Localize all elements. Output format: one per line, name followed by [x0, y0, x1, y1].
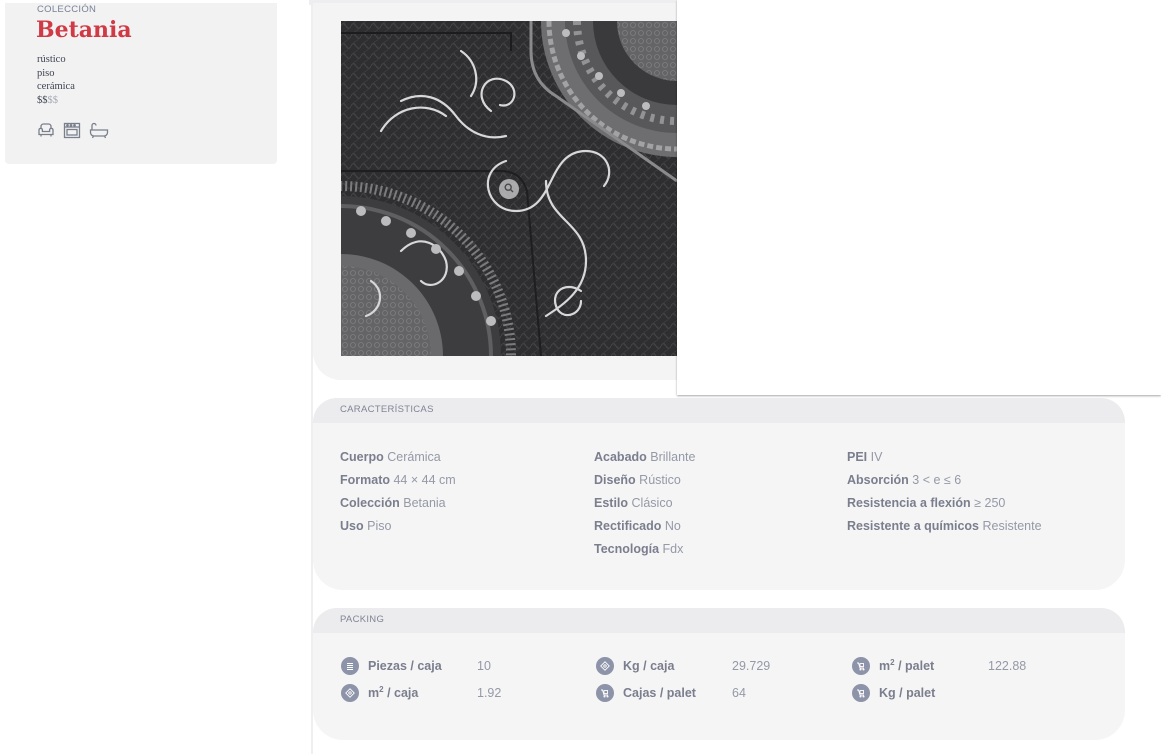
- spec-absorcion: Absorción 3 < e ≤ 6: [847, 473, 962, 487]
- stack-icon: [341, 657, 359, 675]
- collection-name[interactable]: Betania: [36, 17, 132, 43]
- spec-diseno: Diseño Rústico: [594, 473, 681, 487]
- price-active: $$: [37, 95, 48, 106]
- characteristics-header: CARACTERÍSTICAS: [313, 398, 1125, 423]
- spec-acabado: Acabado Brillante: [594, 450, 696, 464]
- pack-m2-caja: m2 / caja 1.92: [341, 684, 501, 702]
- pack-m2-palet: m2 / palet 122.88: [852, 657, 1026, 675]
- spec-resistencia-flexion: Resistencia a flexión ≥ 250: [847, 496, 1006, 510]
- spec-estilo: Estilo Clásico: [594, 496, 673, 510]
- pack-cajas-palet: Cajas / palet 64: [596, 684, 746, 702]
- bathtub-icon: [89, 122, 109, 139]
- tag-rustico: rústico: [37, 54, 66, 65]
- price-inactive: $$: [47, 95, 59, 106]
- pallet-cart-icon: [596, 684, 614, 702]
- sofa-icon: [37, 122, 55, 139]
- tile-icon: [596, 657, 614, 675]
- collection-card: COLECCIÓN Betania rústico piso cerámica …: [5, 3, 277, 164]
- kitchen-icon: [63, 122, 81, 139]
- spec-column-1: Cuerpo Cerámica Formato 44 × 44 cm Colec…: [340, 446, 456, 538]
- spec-rectificado: Rectificado No: [594, 519, 681, 533]
- spec-formato: Formato 44 × 44 cm: [340, 473, 456, 487]
- spec-pei: PEI IV: [847, 450, 883, 464]
- packing-header: PACKING: [313, 608, 1125, 633]
- spec-coleccion: Colección Betania: [340, 496, 446, 510]
- price-level: $$$$: [37, 95, 58, 106]
- magnifier-icon: [504, 180, 514, 198]
- pack-piezas-caja: Piezas / caja 10: [341, 657, 491, 675]
- spec-cuerpo: Cuerpo Cerámica: [340, 450, 441, 464]
- spec-column-2: Acabado Brillante Diseño Rústico Estilo …: [594, 446, 695, 561]
- packing-section: PACKING Piezas / caja 10 m2 / caja 1.92 …: [313, 608, 1125, 740]
- tile-icon: [341, 684, 359, 702]
- spec-resistente-quimicos: Resistente a químicos Resistente: [847, 519, 1042, 533]
- spec-column-3: PEI IV Absorción 3 < e ≤ 6 Resistencia a…: [847, 446, 1042, 538]
- collection-tags: rústico piso cerámica: [37, 53, 75, 94]
- pallet-cart-icon: [852, 657, 870, 675]
- spec-uso: Uso Piso: [340, 519, 392, 533]
- use-icons: [37, 122, 109, 139]
- tag-ceramica: cerámica: [37, 81, 75, 92]
- collection-kicker: COLECCIÓN: [37, 4, 97, 15]
- characteristics-section: CARACTERÍSTICAS Cuerpo Cerámica Formato …: [313, 398, 1125, 590]
- overlay-panel: [677, 0, 1161, 395]
- pallet-cart-icon: [852, 684, 870, 702]
- pack-kg-palet: Kg / palet: [852, 684, 988, 702]
- zoom-button[interactable]: [499, 179, 519, 199]
- pack-kg-caja: Kg / caja 29.729: [596, 657, 770, 675]
- spec-tecnologia: Tecnología Fdx: [594, 542, 684, 556]
- tag-piso: piso: [37, 67, 55, 79]
